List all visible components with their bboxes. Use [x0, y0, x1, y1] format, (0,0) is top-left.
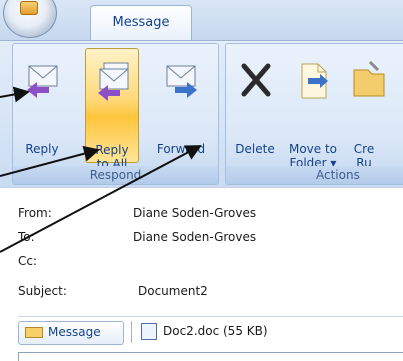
attachment-separator: [131, 321, 132, 343]
forward-icon: [166, 65, 197, 98]
office-button[interactable]: [3, 0, 57, 38]
attachment-bar: Message Doc2.doc (55 KB): [18, 316, 403, 345]
create-rule-label: Cre: [353, 142, 375, 156]
create-rule-icon: [353, 60, 385, 97]
create-rule-button[interactable]: Cre Ru: [344, 48, 385, 170]
forward-label: Forward: [156, 142, 206, 156]
from-label: From:: [18, 206, 52, 220]
reply-icon: [27, 65, 58, 98]
move-to-label: Move to: [288, 142, 338, 156]
ribbon: Reply Reply to All Forward Respond Delet…: [0, 40, 403, 188]
envelope-icon: [25, 327, 43, 338]
message-tab-label: Message: [48, 325, 101, 339]
delete-label: Delete: [235, 142, 275, 156]
actions-group-label: Actions: [226, 166, 403, 184]
cc-label: Cc:: [18, 254, 38, 268]
reply-all-icon: [98, 62, 129, 101]
word-document-icon: [141, 323, 157, 340]
respond-group: Reply Reply to All Forward Respond: [12, 43, 219, 185]
to-value[interactable]: Diane Soden-Groves: [133, 230, 256, 244]
delete-button[interactable]: Delete: [228, 48, 282, 163]
attachment-label: Doc2.doc (55 KB): [163, 324, 268, 338]
reply-all-button[interactable]: Reply to All: [85, 48, 139, 171]
move-to-folder-icon: [301, 63, 328, 99]
subject-label: Subject:: [18, 284, 67, 298]
forward-button[interactable]: Forward: [149, 48, 213, 163]
respond-group-label: Respond: [13, 166, 218, 184]
reply-label: Reply: [25, 142, 59, 156]
reply-button[interactable]: Reply: [15, 48, 69, 163]
actions-group: Delete Move to Folder ▾ Cre Ru Actions: [225, 43, 403, 185]
reply-all-label: Reply: [95, 143, 129, 157]
message-body-tab[interactable]: Message: [18, 321, 124, 345]
from-value[interactable]: Diane Soden-Groves: [133, 206, 256, 220]
move-to-folder-button[interactable]: Move to Folder ▾: [286, 48, 340, 170]
subject-value: Document2: [138, 284, 208, 298]
tab-message[interactable]: Message: [90, 5, 192, 42]
to-label: To:: [18, 230, 35, 244]
message-body-frame: [18, 352, 403, 361]
outlook-message-window: Message Reply Reply to All Forward Respo…: [0, 0, 403, 361]
message-header: From: Diane Soden-Groves To: Diane Soden…: [0, 187, 403, 361]
office-logo-icon: [20, 1, 38, 15]
title-strip: Message: [0, 0, 403, 42]
delete-icon: [241, 63, 271, 97]
